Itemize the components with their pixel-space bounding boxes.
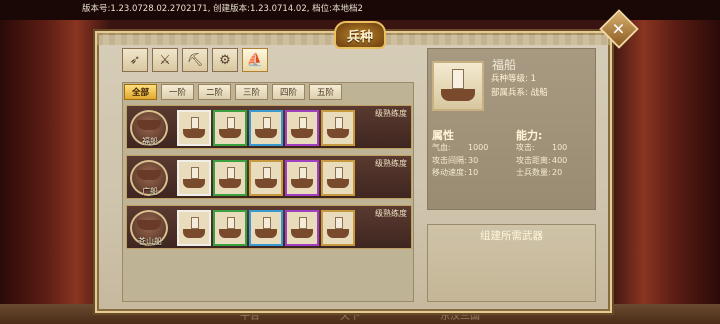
- hull-icon: [255, 179, 277, 188]
- panel-title: 兵种: [334, 21, 386, 49]
- troop-row[interactable]: 苍山船 级熟练度: [126, 205, 412, 249]
- stat-soldier-count: 士兵数量:20: [516, 168, 563, 177]
- stat-attack-interval: 攻击间隔:30: [432, 156, 479, 165]
- ship-card[interactable]: [321, 160, 355, 196]
- close-icon: ✕: [612, 19, 626, 39]
- sail-icon: [263, 117, 271, 129]
- tab-tier-1[interactable]: 一阶: [161, 84, 194, 100]
- stat-move-speed: 移动速度:10: [432, 168, 479, 177]
- troop-row[interactable]: 福船 级熟练度: [126, 105, 412, 149]
- tab-all[interactable]: 全部: [124, 84, 157, 100]
- tier-tabs: 全部 一阶 二阶 三阶 四阶 五阶: [124, 84, 342, 100]
- sail-icon: [191, 117, 199, 129]
- sail-icon: [335, 167, 343, 179]
- sail-icon: [335, 217, 343, 229]
- troop-row[interactable]: 广船 级熟练度: [126, 155, 412, 199]
- detail-level: 兵种等级: 1: [491, 74, 536, 84]
- power-heading: 能力:: [516, 129, 543, 142]
- hull-icon: [327, 129, 349, 138]
- hull-icon: [255, 129, 277, 138]
- stat-attack: 攻击: 100: [516, 143, 568, 152]
- version-text: 版本号:1.23.0728.02.2702171, 创建版本:1.23.0714…: [82, 4, 363, 14]
- detail-name: 福船: [492, 58, 517, 72]
- sail-icon: [191, 217, 199, 229]
- hull-icon: [291, 229, 313, 238]
- sail-icon: [263, 167, 271, 179]
- ship-card[interactable]: [249, 110, 283, 146]
- sail-icon: [299, 117, 307, 129]
- hull-icon: [291, 129, 313, 138]
- ship-card[interactable]: [177, 210, 211, 246]
- sail-icon: [263, 217, 271, 229]
- attr-heading: 属性: [432, 129, 454, 142]
- ship-card[interactable]: [249, 160, 283, 196]
- ship-cards: [177, 160, 355, 196]
- ship-card[interactable]: [177, 160, 211, 196]
- proficiency-label: 级熟练度: [375, 209, 407, 218]
- ship-card[interactable]: [249, 210, 283, 246]
- sword-icon[interactable]: ⚔: [152, 48, 178, 72]
- hull-icon: [219, 229, 241, 238]
- ship-card[interactable]: [213, 160, 247, 196]
- ship-icon[interactable]: ⛵: [242, 48, 268, 72]
- ship-cards: [177, 210, 355, 246]
- hull-icon: [255, 229, 277, 238]
- troop-name: 苍山船: [138, 237, 162, 246]
- chariot-icon[interactable]: ⚙: [212, 48, 238, 72]
- cannon-icon[interactable]: ⛏: [182, 48, 208, 72]
- troop-name: 广船: [142, 187, 158, 196]
- sail-icon: [227, 167, 235, 179]
- curtain-left: [0, 0, 110, 324]
- sail-icon: [227, 117, 235, 129]
- hull-icon: [327, 179, 349, 188]
- stat-attack-range: 攻击距离:400: [516, 156, 568, 165]
- ship-card[interactable]: [321, 110, 355, 146]
- proficiency-label: 级熟练度: [375, 159, 407, 168]
- hull-icon: [327, 229, 349, 238]
- proficiency-label: 级熟练度: [375, 109, 407, 118]
- selected-ship-image: [432, 61, 484, 111]
- tab-tier-3[interactable]: 三阶: [235, 84, 268, 100]
- category-bar: ➶ ⚔ ⛏ ⚙ ⛵: [122, 48, 268, 72]
- hull-icon: [291, 179, 313, 188]
- sail-icon: [227, 217, 235, 229]
- build-weapons-label: 组建所需武器: [480, 230, 543, 242]
- ship-card[interactable]: [285, 110, 319, 146]
- ship-card[interactable]: [321, 210, 355, 246]
- bow-icon[interactable]: ➶: [122, 48, 148, 72]
- troop-name: 福船: [142, 137, 158, 146]
- hull-icon: [219, 179, 241, 188]
- sail-icon: [191, 167, 199, 179]
- curtain-right: [610, 0, 720, 324]
- ship-card[interactable]: [177, 110, 211, 146]
- tab-tier-5[interactable]: 五阶: [309, 84, 342, 100]
- sail-icon: [299, 217, 307, 229]
- ship-card[interactable]: [285, 210, 319, 246]
- tab-tier-4[interactable]: 四阶: [272, 84, 305, 100]
- ship-card[interactable]: [285, 160, 319, 196]
- sail-icon: [299, 167, 307, 179]
- hull-icon: [183, 179, 205, 188]
- hull-icon: [183, 129, 205, 138]
- hull-icon: [183, 229, 205, 238]
- ship-card[interactable]: [213, 210, 247, 246]
- sail-icon: [335, 117, 343, 129]
- hull-icon: [219, 129, 241, 138]
- stat-hp: 气血: 1000: [432, 143, 489, 152]
- tab-tier-2[interactable]: 二阶: [198, 84, 231, 100]
- ship-card[interactable]: [213, 110, 247, 146]
- ship-cards: [177, 110, 355, 146]
- detail-family: 部属兵系: 战船: [491, 88, 548, 98]
